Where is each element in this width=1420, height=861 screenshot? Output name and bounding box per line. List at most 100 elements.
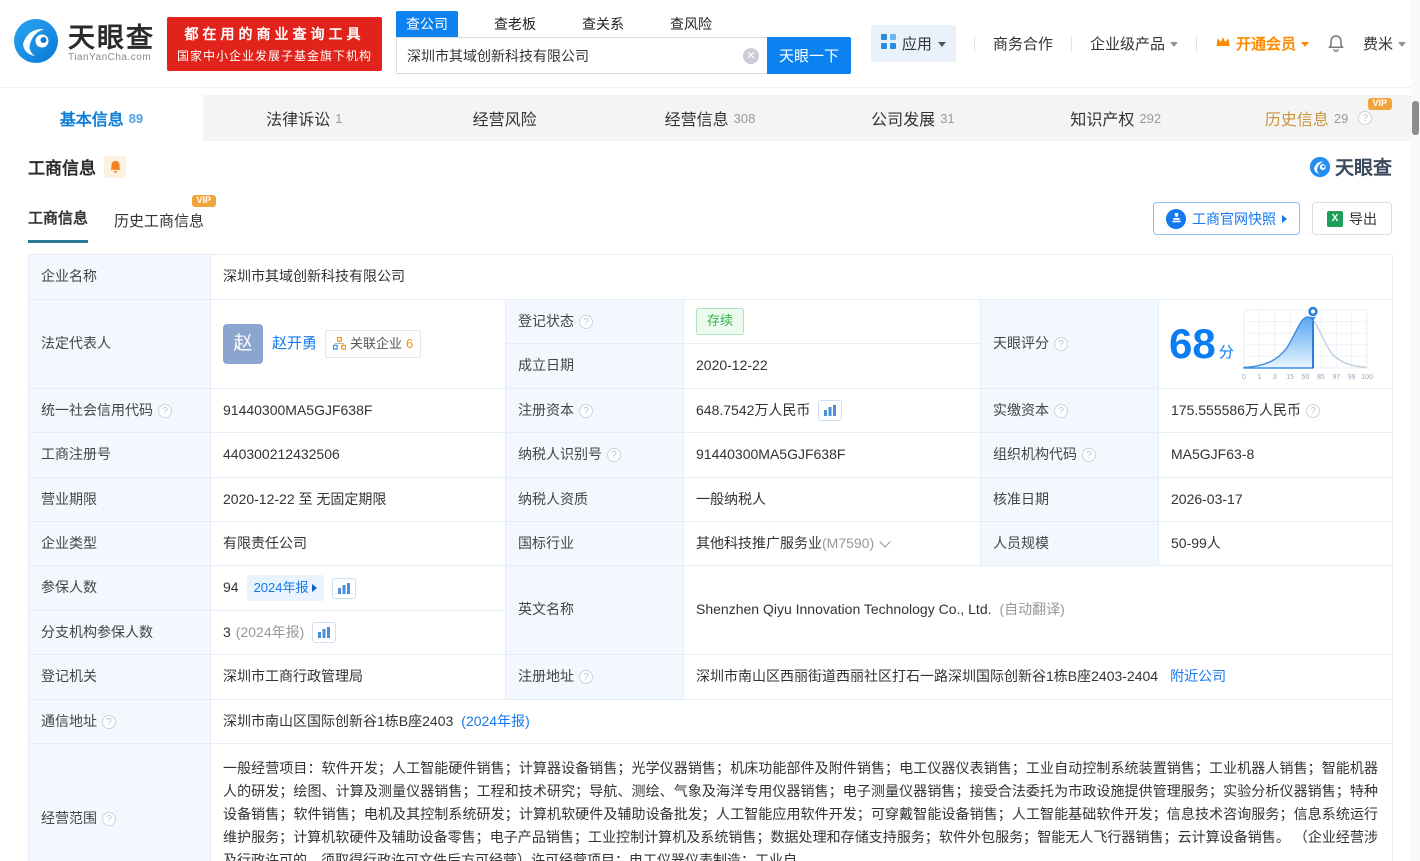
search-tab-company[interactable]: 查公司 — [396, 11, 459, 37]
help-icon[interactable]: ? — [102, 811, 116, 826]
help-icon[interactable]: ? — [579, 314, 593, 329]
field-value-staff-size: 50-99人 — [1159, 522, 1393, 566]
score-axis-ticks: 0 1 3 15 50 85 97 99 100 — [1242, 374, 1373, 381]
field-label-reg-authority: 登记机关 — [29, 655, 211, 700]
mail-address-report-link[interactable]: (2024年报) — [461, 711, 529, 733]
annual-report-badge[interactable]: 2024年报 — [246, 574, 324, 602]
header-nav: 应用 商务合作 企业级产品 开通会员 费米 — [870, 25, 1406, 62]
notification-bell[interactable] — [1327, 34, 1345, 53]
promo-line2: 国家中小企业发展子基金旗下机构 — [177, 48, 373, 63]
search-tab-boss[interactable]: 查老板 — [484, 11, 546, 37]
promo-line1: 都在用的商业查询工具 — [184, 25, 365, 42]
field-label-org-code: 组织机构代码? — [981, 433, 1159, 478]
help-icon[interactable]: ? — [158, 403, 172, 418]
field-value-company-type: 有限责任公司 — [211, 522, 506, 566]
field-value-mail-address: 深圳市南山区国际创新谷1栋B座2403 (2024年报) — [211, 700, 1393, 744]
help-icon[interactable]: ? — [1358, 111, 1373, 125]
tab-intellectual-property[interactable]: 知识产权 292 — [1014, 95, 1217, 141]
search-button[interactable]: 天眼一下 — [767, 37, 852, 74]
field-value-reg-capital: 648.7542万人民币 — [684, 389, 981, 433]
official-snapshot-button[interactable]: 工商官网快照 — [1153, 202, 1300, 235]
brand-domain: TianYanCha.com — [68, 52, 152, 63]
nav-cooperation[interactable]: 商务合作 — [993, 33, 1053, 54]
nav-open-membership[interactable]: 开通会员 — [1215, 33, 1309, 54]
divider — [1195, 35, 1197, 52]
help-icon[interactable]: ? — [1054, 337, 1068, 351]
nav-enterprise[interactable]: 企业级产品 — [1090, 33, 1178, 54]
search-input[interactable] — [407, 47, 744, 64]
export-button[interactable]: X 导出 — [1312, 202, 1392, 235]
field-label-paid-capital: 实缴资本? — [981, 389, 1159, 433]
crown-icon — [1215, 35, 1231, 52]
brand-name: 天眼查 — [68, 23, 155, 53]
nav-apps[interactable]: 应用 — [870, 25, 956, 62]
subscribe-bell-icon[interactable] — [104, 155, 126, 178]
search-tab-risk[interactable]: 查风险 — [660, 11, 722, 37]
field-value-reg-authority: 深圳市工商行政管理局 — [211, 655, 506, 700]
grid-icon — [880, 34, 896, 53]
stamp-icon — [1166, 208, 1186, 229]
tab-company-development[interactable]: 公司发展 31 — [811, 95, 1014, 141]
field-label-taxpayer-id: 纳税人识别号? — [506, 433, 684, 478]
main-content: 工商信息 天眼查 工商信息 VIP 历史工商信息 工商官网快照 X 导出 企业名… — [0, 153, 1420, 861]
field-label-approval-date: 核准日期 — [981, 478, 1159, 522]
branch-chart-icon[interactable] — [312, 622, 337, 643]
chevron-down-icon[interactable] — [879, 535, 891, 548]
field-label-business-term: 营业期限 — [29, 478, 211, 522]
field-label-score: 天眼评分? — [981, 300, 1159, 389]
help-icon[interactable]: ? — [1082, 448, 1096, 462]
score-value: 68 — [1169, 320, 1216, 367]
auto-translate-note: (自动翻译) — [999, 601, 1065, 618]
arrow-right-icon — [1282, 214, 1287, 223]
field-value-business-term: 2020-12-22 至 无固定期限 — [211, 478, 506, 522]
username: 费米 — [1362, 36, 1393, 53]
legal-rep-avatar[interactable]: 赵 — [223, 324, 263, 364]
tianyancha-logo[interactable]: 天眼查 TianYanCha.com — [12, 17, 155, 70]
arrow-right-icon — [311, 583, 317, 592]
watermark-logo: 天眼查 — [1309, 153, 1392, 180]
scrollbar-thumb[interactable] — [1412, 101, 1419, 135]
help-icon[interactable]: ? — [607, 448, 621, 462]
score-unit: 分 — [1218, 344, 1234, 362]
help-icon[interactable]: ? — [579, 670, 593, 684]
related-companies-badge[interactable]: 关联企业 6 — [325, 329, 422, 359]
help-icon[interactable]: ? — [1054, 403, 1068, 418]
help-icon[interactable]: ? — [579, 403, 593, 418]
bell-icon — [1328, 35, 1344, 52]
field-value-establish-date: 2020-12-22 — [684, 344, 981, 389]
field-label-branch-insured: 分支机构参保人数 — [29, 611, 211, 655]
field-label-staff-size: 人员规模 — [981, 522, 1159, 566]
field-value-paid-capital: 175.555586万人民币? — [1159, 389, 1393, 433]
top-header: 天眼查 TianYanCha.com 都在用的商业查询工具 国家中小企业发展子基… — [0, 0, 1420, 88]
tab-history-info[interactable]: VIP 历史信息 29 ? — [1217, 95, 1420, 141]
insured-chart-icon[interactable] — [331, 577, 356, 599]
svg-text:50: 50 — [1301, 374, 1309, 381]
search-tab-relation[interactable]: 查关系 — [572, 11, 634, 37]
subtab-history-business-info[interactable]: VIP 历史工商信息 — [114, 195, 217, 243]
nav-user-menu[interactable]: 费米 — [1363, 33, 1406, 54]
capital-chart-icon[interactable] — [818, 400, 843, 421]
field-value-credit-code: 91440300MA5GJF638F — [211, 389, 506, 433]
field-value-org-code: MA5GJF63-8 — [1159, 433, 1393, 478]
field-label-establish-date: 成立日期 — [506, 344, 684, 389]
tab-operating-risk[interactable]: 经营风险 — [406, 95, 609, 141]
help-icon[interactable]: ? — [102, 714, 116, 729]
legal-rep-name-link[interactable]: 赵开勇 — [272, 332, 317, 355]
field-value-reg-number: 440300212432506 — [211, 433, 506, 478]
subtab-business-info[interactable]: 工商信息 — [28, 207, 89, 243]
business-info-table: 企业名称 深圳市其域创新科技有限公司 法定代表人 赵 赵开勇 关联企业 6 登记… — [28, 254, 1393, 861]
field-label-reg-status: 登记状态? — [506, 300, 684, 344]
scrollbar-track[interactable] — [1411, 0, 1420, 861]
divider — [1070, 35, 1072, 52]
clear-search-icon[interactable]: ✕ — [743, 47, 760, 64]
tab-basic-info[interactable]: 基本信息 89 — [0, 95, 203, 141]
help-icon[interactable]: ? — [1305, 403, 1320, 418]
nearby-companies-link[interactable]: 附近公司 — [1170, 666, 1226, 688]
tab-legal-proceedings[interactable]: 法律诉讼 1 — [203, 95, 406, 141]
svg-text:100: 100 — [1361, 374, 1373, 381]
search-tabs: 查公司 查老板 查关系 查风险 — [396, 11, 851, 37]
field-value-taxpayer-id: 91440300MA5GJF638F — [684, 433, 981, 478]
status-badge: 存续 — [696, 308, 745, 335]
svg-text:85: 85 — [1317, 374, 1325, 381]
tab-operating-info[interactable]: 经营信息 308 — [609, 95, 812, 141]
